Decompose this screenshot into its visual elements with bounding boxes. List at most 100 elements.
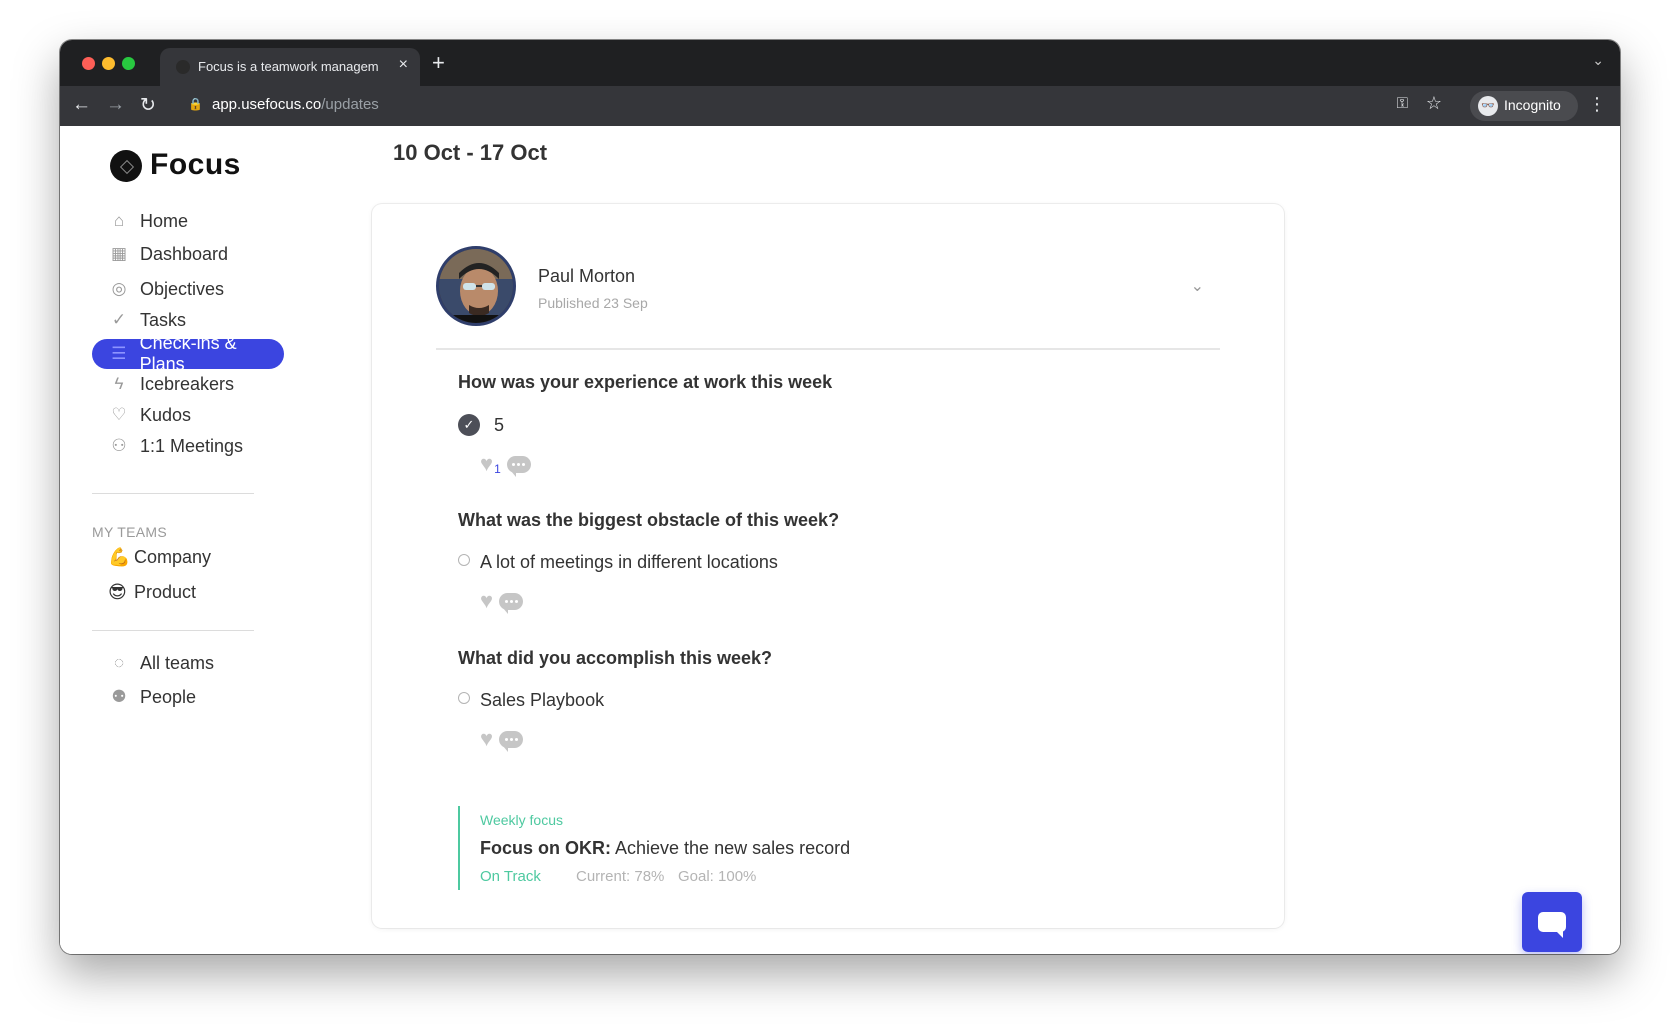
sidebar-divider [92, 630, 254, 631]
person-icon: ⚉ [111, 687, 127, 706]
card-divider [436, 348, 1220, 350]
logo-text: Focus [150, 148, 241, 181]
comment-icon[interactable] [506, 455, 531, 477]
tab-title: Focus is a teamwork managem [198, 59, 379, 74]
close-window-button[interactable] [82, 57, 95, 70]
star-icon[interactable]: ☆ [1426, 93, 1442, 114]
answer-item: ✓ 5 [458, 414, 504, 436]
author-name[interactable]: Paul Morton [538, 266, 635, 287]
sidebar-item-all-teams[interactable]: ◌ All teams [108, 648, 214, 678]
checked-circle-icon: ✓ [458, 414, 480, 436]
my-teams-label: MY TEAMS [92, 524, 168, 540]
sidebar-item-home[interactable]: ⌂ Home [108, 206, 188, 236]
incognito-label: Incognito [1504, 97, 1561, 113]
url-path: /updates [321, 96, 379, 113]
team-label: Product [134, 582, 197, 602]
heart-icon[interactable]: ♥ [480, 590, 493, 612]
sidebar-item-label: Home [140, 210, 189, 231]
target-icon: ◎ [111, 279, 127, 298]
reaction-bar: ♥ 1 [480, 452, 531, 477]
forward-icon[interactable]: → [106, 94, 125, 116]
people-icon: ⚇ [111, 436, 127, 455]
sidebar-item-checkins-plans[interactable]: ☰ Check-ins & Plans [92, 333, 284, 374]
app-content: Focus ⌂ Home ▦ Dashboard ◎ Objectives ✓ … [60, 126, 1620, 954]
bullet-circle-icon [458, 553, 470, 566]
incognito-badge[interactable]: 👓 Incognito [1470, 91, 1578, 121]
team-item-company[interactable]: 💪 Company [108, 547, 211, 568]
lightning-icon: ϟ [114, 374, 124, 393]
browser-toolbar: ← → ↻ 🔒 app.usefocus.co/updates ⚿ ☆ 👓 In… [60, 86, 1620, 126]
reaction-bar: ♥ [480, 590, 524, 614]
sidebar-item-label: All teams [140, 652, 215, 673]
tab-bar: Focus is a teamwork managem × + ⌄ [60, 40, 1620, 86]
favicon-icon [176, 60, 190, 74]
sidebar-item-icebreakers[interactable]: ϟ Icebreakers [108, 369, 235, 399]
published-date: Published 23 Sep [538, 295, 648, 311]
answer-text: A lot of meetings in different locations [480, 552, 778, 572]
question-title: How was your experience at work this wee… [458, 372, 833, 392]
bullet-circle-icon [458, 691, 470, 704]
like-count: 1 [494, 462, 501, 476]
comment-icon[interactable] [499, 592, 524, 614]
avatar[interactable] [436, 246, 516, 326]
sidebar-item-label: Icebreakers [140, 373, 235, 394]
browser-tab[interactable]: Focus is a teamwork managem × [160, 48, 420, 86]
sidebar-item-people[interactable]: ⚉ People [108, 682, 196, 712]
maximize-window-button[interactable] [122, 57, 135, 70]
weekly-focus-okr: Focus on OKR: Achieve the new sales reco… [480, 838, 850, 859]
sidebar-item-label: Objectives [140, 278, 225, 299]
key-icon[interactable]: ⚿ [1397, 95, 1408, 112]
incognito-icon: 👓 [1478, 96, 1498, 116]
sidebar-item-label: Kudos [140, 404, 192, 425]
answer-text: Sales Playbook [480, 690, 605, 710]
sidebar-item-dashboard[interactable]: ▦ Dashboard [108, 239, 228, 269]
dashboard-icon: ▦ [110, 244, 128, 263]
sidebar-item-label: Dashboard [140, 243, 229, 264]
close-tab-icon[interactable]: × [399, 56, 408, 74]
weekly-focus[interactable]: Weekly focus Focus on OKR: Achieve the n… [458, 806, 958, 890]
sidebar-item-label: 1:1 Meetings [140, 435, 244, 456]
browser-window: Focus is a teamwork managem × + ⌄ ← → ↻ … [60, 40, 1620, 954]
focus-current: Current: 78% [576, 868, 665, 885]
focus-goal: Goal: 100% [678, 868, 757, 885]
new-tab-button[interactable]: + [432, 50, 445, 76]
minimize-window-button[interactable] [102, 57, 115, 70]
lock-icon[interactable]: 🔒 [188, 97, 203, 111]
sunglasses-face-icon: 😎 [108, 582, 127, 602]
home-icon: ⌂ [113, 211, 125, 230]
answer-item: Sales Playbook [458, 690, 604, 711]
focus-okr-text: Achieve the new sales record [611, 838, 851, 858]
status-badge: On Track [480, 868, 541, 885]
sidebar-divider [92, 493, 254, 494]
sidebar-item-meetings[interactable]: ⚇ 1:1 Meetings [108, 431, 243, 461]
sidebar-item-label: People [140, 686, 197, 707]
comment-icon[interactable] [499, 730, 524, 752]
heart-badge-icon: ♡ [111, 405, 127, 424]
answer-text: 5 [494, 414, 505, 435]
sidebar-item-label: Tasks [140, 309, 187, 330]
team-label: Company [134, 547, 212, 567]
chat-button[interactable] [1522, 892, 1582, 952]
sidebar-item-tasks[interactable]: ✓ Tasks [108, 305, 186, 335]
browser-menu-icon[interactable]: ⋮ [1588, 94, 1606, 115]
chevron-down-icon[interactable]: ⌄ [1191, 276, 1204, 296]
chat-bubble-icon [1538, 912, 1566, 938]
team-item-product[interactable]: 😎 Product [108, 582, 196, 603]
checkin-icon: ☰ [111, 344, 127, 363]
reload-icon[interactable]: ↻ [140, 94, 156, 117]
question-title: What did you accomplish this week? [458, 648, 773, 668]
checkin-card: Paul Morton Published 23 Sep ⌄ How was y… [372, 204, 1284, 928]
address-bar[interactable]: app.usefocus.co/updates [212, 96, 379, 113]
sidebar-item-kudos[interactable]: ♡ Kudos [108, 400, 191, 430]
heart-icon[interactable]: ♥ [480, 453, 493, 475]
check-circle-icon: ✓ [111, 310, 127, 329]
focus-okr-prefix: Focus on OKR: [480, 838, 611, 858]
question-title: What was the biggest obstacle of this we… [458, 510, 840, 530]
sidebar: Focus ⌂ Home ▦ Dashboard ◎ Objectives ✓ … [60, 126, 350, 954]
answer-item: A lot of meetings in different locations [458, 552, 778, 573]
sidebar-item-objectives[interactable]: ◎ Objectives [108, 274, 224, 304]
flexed-biceps-icon: 💪 [108, 547, 131, 567]
tab-search-icon[interactable]: ⌄ [1592, 52, 1604, 69]
heart-icon[interactable]: ♥ [480, 728, 493, 750]
back-icon[interactable]: ← [72, 94, 91, 116]
